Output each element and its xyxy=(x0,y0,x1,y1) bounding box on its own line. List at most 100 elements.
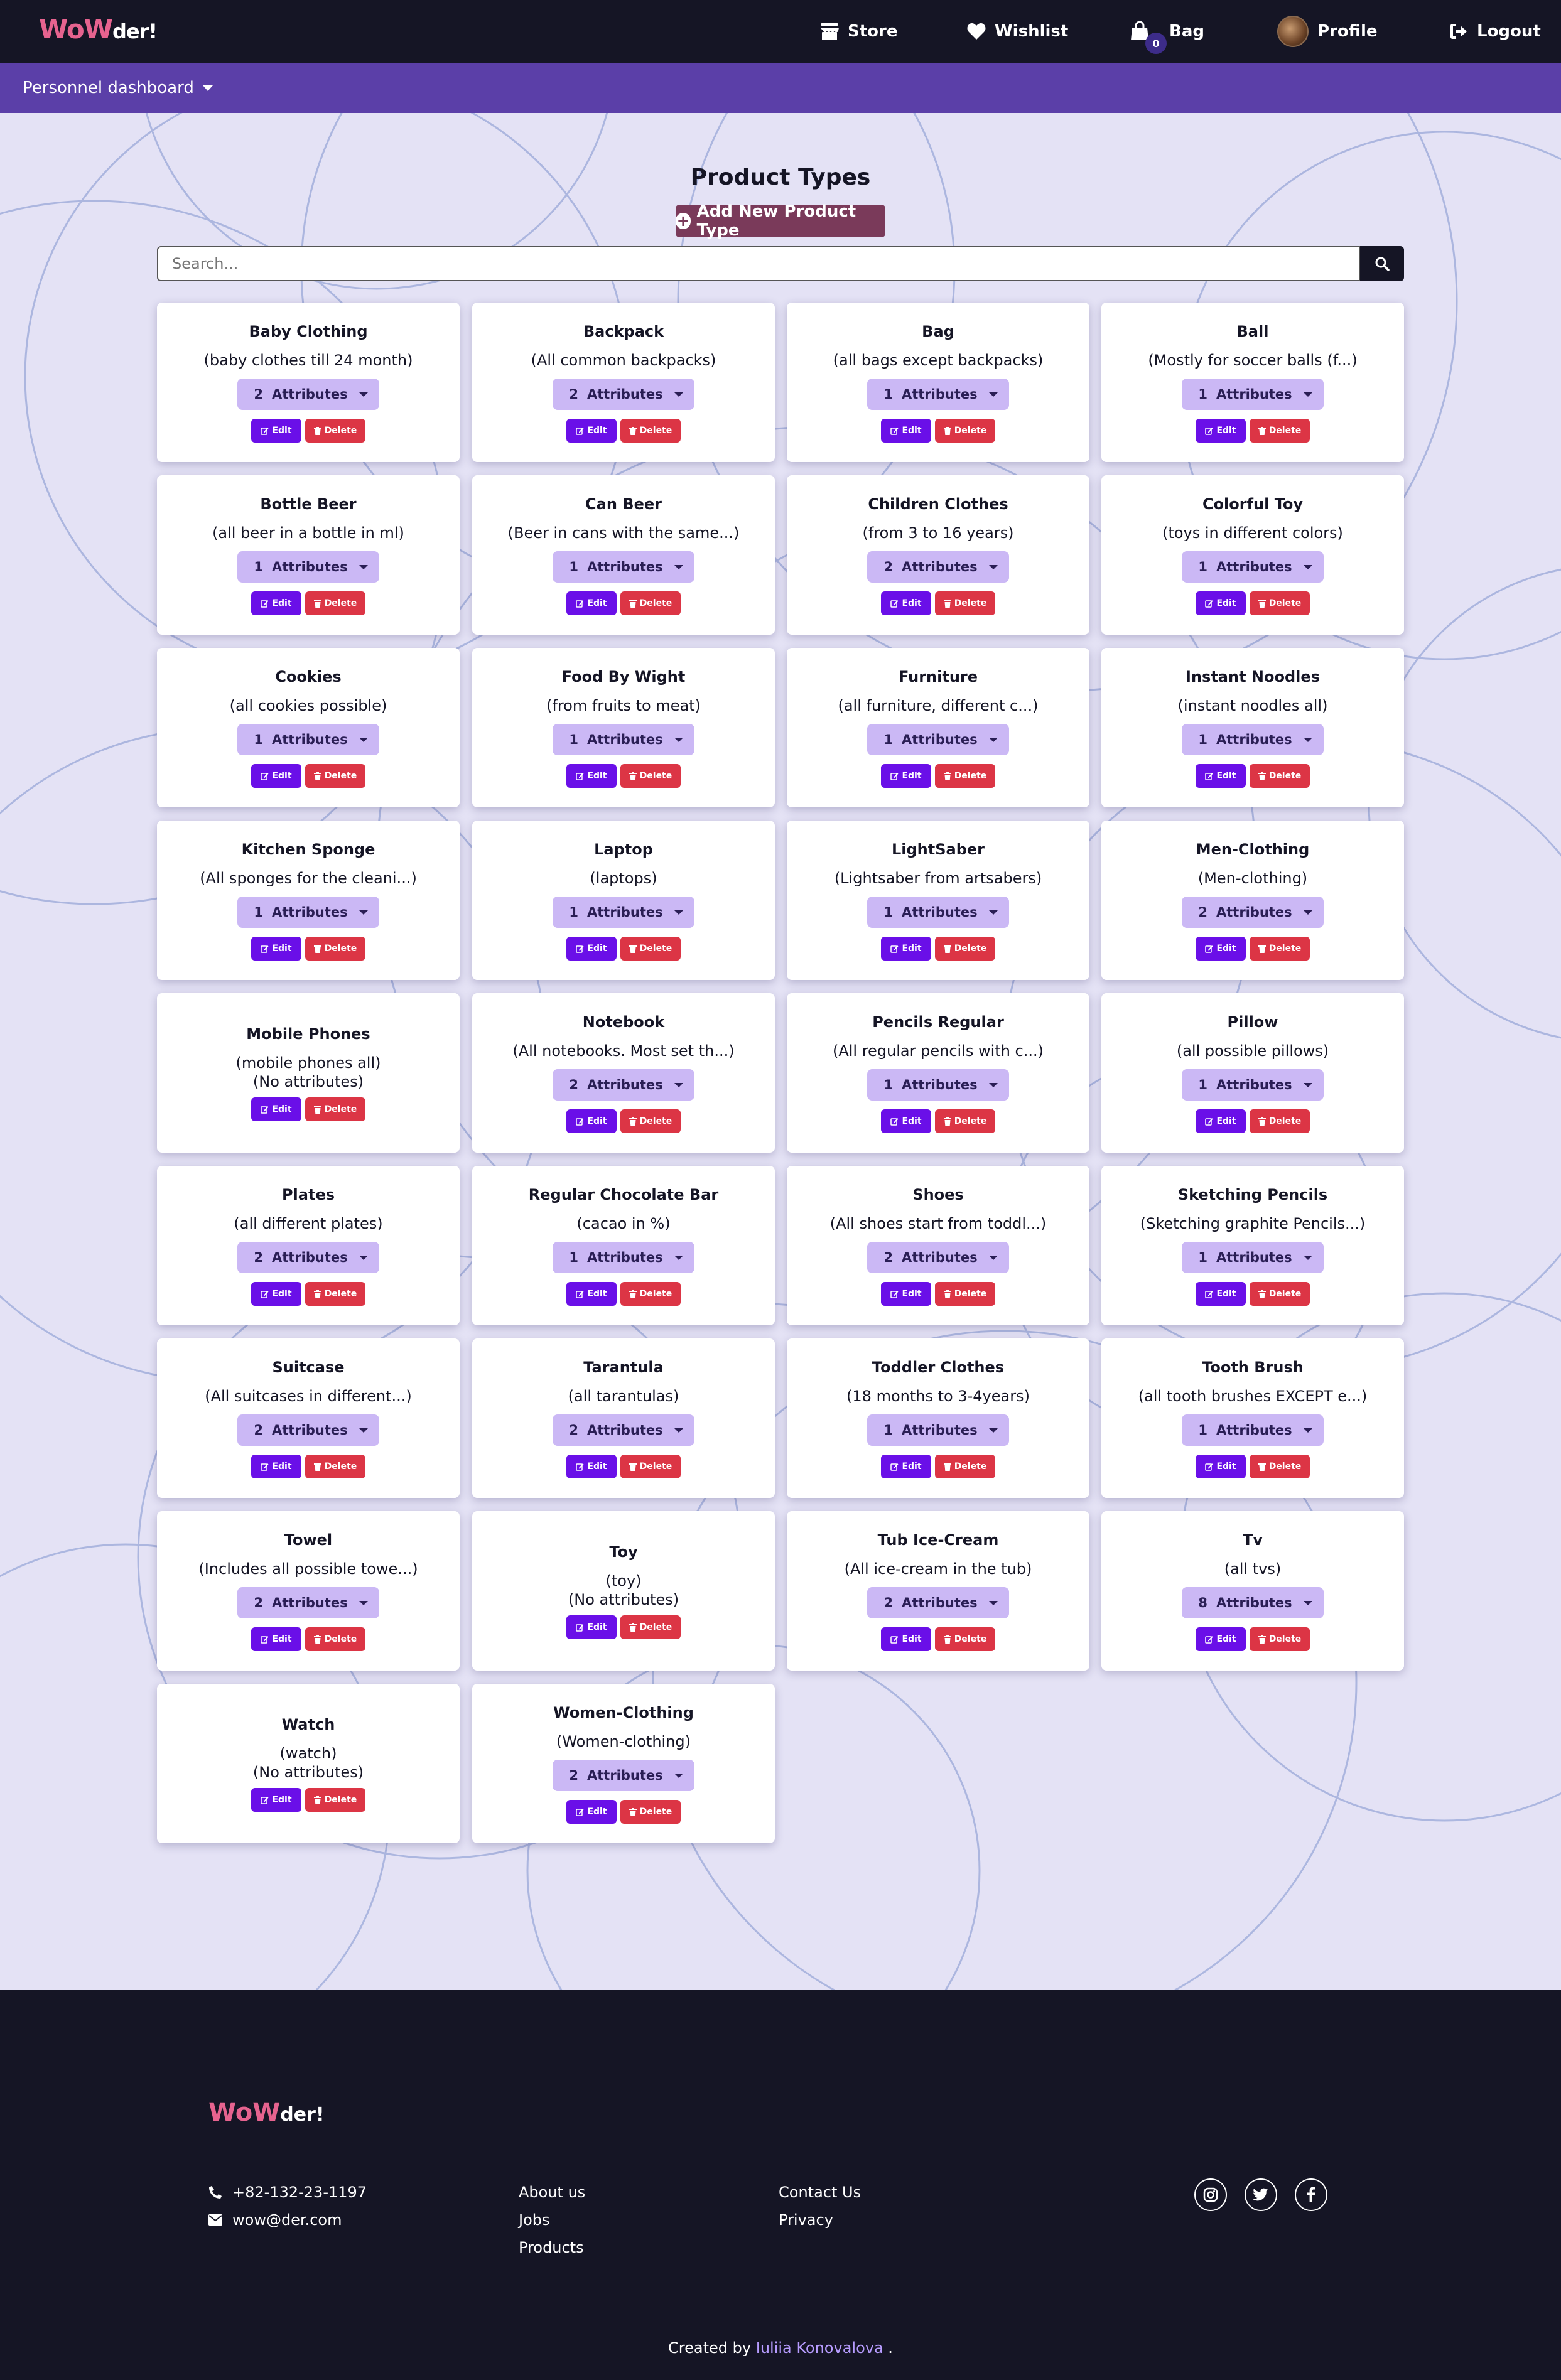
personnel-dashboard-dropdown[interactable]: Personnel dashboard xyxy=(23,78,194,97)
footer-link-contact[interactable]: Contact Us xyxy=(779,2178,861,2206)
attributes-dropdown-button[interactable]: 2 Attributes xyxy=(553,1414,694,1446)
edit-button[interactable]: Edit xyxy=(881,1627,931,1651)
attributes-dropdown-button[interactable]: 2 Attributes xyxy=(237,379,379,410)
edit-button[interactable]: Edit xyxy=(566,419,617,443)
add-product-type-button[interactable]: + Add New Product Type xyxy=(676,202,885,240)
delete-button[interactable]: Delete xyxy=(1250,591,1310,615)
footer-phone[interactable]: +82-132-23-1197 xyxy=(208,2178,367,2206)
delete-button[interactable]: Delete xyxy=(935,764,995,788)
edit-button[interactable]: Edit xyxy=(251,937,301,961)
attributes-dropdown-button[interactable]: 1 Attributes xyxy=(237,724,379,755)
edit-button[interactable]: Edit xyxy=(251,1455,301,1478)
delete-button[interactable]: Delete xyxy=(935,1282,995,1306)
delete-button[interactable]: Delete xyxy=(935,591,995,615)
delete-button[interactable]: Delete xyxy=(935,1109,995,1133)
attributes-dropdown-button[interactable]: 1 Attributes xyxy=(1182,1414,1324,1446)
delete-button[interactable]: Delete xyxy=(1250,419,1310,443)
attributes-dropdown-button[interactable]: 2 Attributes xyxy=(237,1587,379,1618)
attributes-dropdown-button[interactable]: 1 Attributes xyxy=(867,1414,1009,1446)
attributes-dropdown-button[interactable]: 2 Attributes xyxy=(553,1069,694,1101)
twitter-icon[interactable] xyxy=(1245,2178,1277,2211)
delete-button[interactable]: Delete xyxy=(935,937,995,961)
attributes-dropdown-button[interactable]: 2 Attributes xyxy=(867,551,1009,583)
delete-button[interactable]: Delete xyxy=(305,764,365,788)
nav-logout[interactable]: Logout xyxy=(1449,0,1541,63)
edit-button[interactable]: Edit xyxy=(566,1455,617,1478)
edit-button[interactable]: Edit xyxy=(251,591,301,615)
attributes-dropdown-button[interactable]: 1 Attributes xyxy=(1182,379,1324,410)
footer-logo[interactable]: WoWder! xyxy=(208,2098,325,2127)
attributes-dropdown-button[interactable]: 1 Attributes xyxy=(867,897,1009,928)
attributes-dropdown-button[interactable]: 1 Attributes xyxy=(867,379,1009,410)
delete-button[interactable]: Delete xyxy=(620,1455,681,1478)
edit-button[interactable]: Edit xyxy=(1196,764,1246,788)
edit-button[interactable]: Edit xyxy=(566,1282,617,1306)
delete-button[interactable]: Delete xyxy=(305,1788,365,1812)
delete-button[interactable]: Delete xyxy=(620,419,681,443)
footer-link-products[interactable]: Products xyxy=(519,2234,585,2261)
attributes-dropdown-button[interactable]: 2 Attributes xyxy=(553,1760,694,1791)
edit-button[interactable]: Edit xyxy=(251,1627,301,1651)
chevron-down-icon[interactable] xyxy=(202,85,213,91)
instagram-icon[interactable] xyxy=(1194,2178,1227,2211)
nav-profile[interactable]: Profile xyxy=(1277,0,1378,63)
attributes-dropdown-button[interactable]: 2 Attributes xyxy=(1182,897,1324,928)
footer-link-about[interactable]: About us xyxy=(519,2178,585,2206)
delete-button[interactable]: Delete xyxy=(1250,937,1310,961)
delete-button[interactable]: Delete xyxy=(620,591,681,615)
footer-link-privacy[interactable]: Privacy xyxy=(779,2206,861,2234)
nav-bag[interactable]: 0 Bag xyxy=(1130,0,1204,63)
delete-button[interactable]: Delete xyxy=(305,1097,365,1121)
delete-button[interactable]: Delete xyxy=(1250,764,1310,788)
attributes-dropdown-button[interactable]: 1 Attributes xyxy=(1182,724,1324,755)
delete-button[interactable]: Delete xyxy=(620,1800,681,1824)
delete-button[interactable]: Delete xyxy=(305,1627,365,1651)
brand-logo[interactable]: WoWder! xyxy=(39,14,158,45)
search-input[interactable] xyxy=(157,246,1360,281)
edit-button[interactable]: Edit xyxy=(1196,1627,1246,1651)
delete-button[interactable]: Delete xyxy=(305,419,365,443)
footer-link-jobs[interactable]: Jobs xyxy=(519,2206,585,2234)
edit-button[interactable]: Edit xyxy=(1196,937,1246,961)
attributes-dropdown-button[interactable]: 2 Attributes xyxy=(237,1242,379,1273)
delete-button[interactable]: Delete xyxy=(620,937,681,961)
edit-button[interactable]: Edit xyxy=(881,1455,931,1478)
edit-button[interactable]: Edit xyxy=(1196,591,1246,615)
attributes-dropdown-button[interactable]: 1 Attributes xyxy=(237,551,379,583)
edit-button[interactable]: Edit xyxy=(881,591,931,615)
attributes-dropdown-button[interactable]: 1 Attributes xyxy=(1182,551,1324,583)
attributes-dropdown-button[interactable]: 1 Attributes xyxy=(867,724,1009,755)
delete-button[interactable]: Delete xyxy=(1250,1627,1310,1651)
attributes-dropdown-button[interactable]: 1 Attributes xyxy=(553,897,694,928)
edit-button[interactable]: Edit xyxy=(881,419,931,443)
edit-button[interactable]: Edit xyxy=(881,1109,931,1133)
edit-button[interactable]: Edit xyxy=(1196,1455,1246,1478)
facebook-icon[interactable] xyxy=(1295,2178,1327,2211)
delete-button[interactable]: Delete xyxy=(305,591,365,615)
delete-button[interactable]: Delete xyxy=(1250,1109,1310,1133)
attributes-dropdown-button[interactable]: 2 Attributes xyxy=(867,1242,1009,1273)
attributes-dropdown-button[interactable]: 1 Attributes xyxy=(237,897,379,928)
delete-button[interactable]: Delete xyxy=(935,1627,995,1651)
delete-button[interactable]: Delete xyxy=(935,419,995,443)
edit-button[interactable]: Edit xyxy=(1196,1282,1246,1306)
edit-button[interactable]: Edit xyxy=(566,1109,617,1133)
edit-button[interactable]: Edit xyxy=(566,591,617,615)
attributes-dropdown-button[interactable]: 1 Attributes xyxy=(1182,1069,1324,1101)
edit-button[interactable]: Edit xyxy=(251,1282,301,1306)
delete-button[interactable]: Delete xyxy=(1250,1282,1310,1306)
delete-button[interactable]: Delete xyxy=(620,1109,681,1133)
edit-button[interactable]: Edit xyxy=(566,937,617,961)
footer-email[interactable]: wow@der.com xyxy=(208,2206,367,2234)
delete-button[interactable]: Delete xyxy=(935,1455,995,1478)
attributes-dropdown-button[interactable]: 1 Attributes xyxy=(553,724,694,755)
attributes-dropdown-button[interactable]: 1 Attributes xyxy=(867,1069,1009,1101)
attributes-dropdown-button[interactable]: 2 Attributes xyxy=(553,379,694,410)
edit-button[interactable]: Edit xyxy=(566,1615,617,1639)
edit-button[interactable]: Edit xyxy=(1196,419,1246,443)
edit-button[interactable]: Edit xyxy=(566,764,617,788)
edit-button[interactable]: Edit xyxy=(881,764,931,788)
delete-button[interactable]: Delete xyxy=(305,1282,365,1306)
delete-button[interactable]: Delete xyxy=(620,1282,681,1306)
search-button[interactable] xyxy=(1360,246,1404,281)
